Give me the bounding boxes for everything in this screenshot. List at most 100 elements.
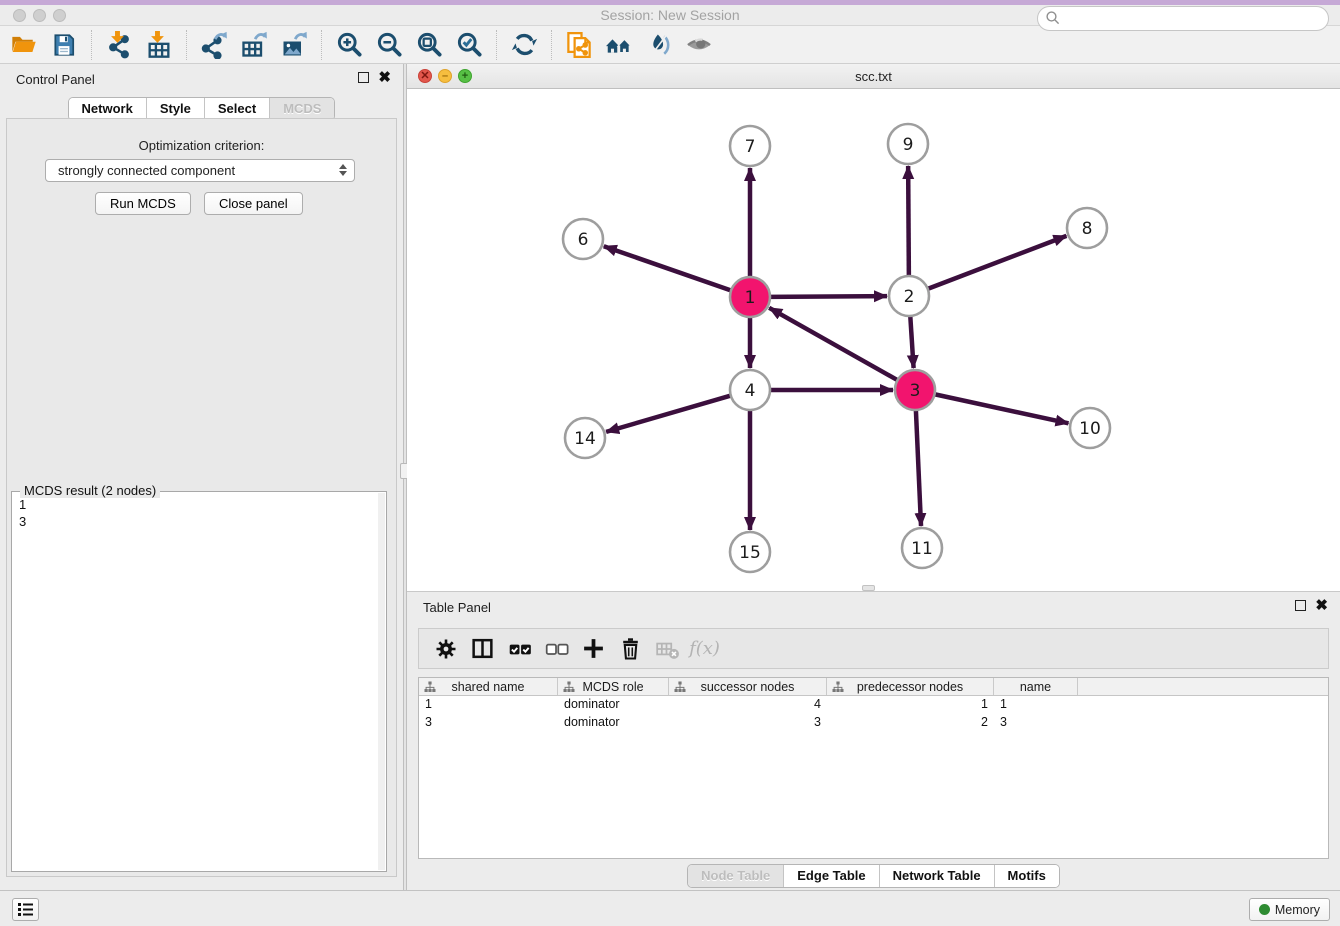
graph-edge-1-2[interactable]	[770, 296, 887, 297]
graph-edge-3-11[interactable]	[916, 410, 921, 526]
column-header-MCDS-role[interactable]: MCDS role	[558, 678, 669, 695]
zoom-fit-icon[interactable]	[409, 28, 449, 62]
graph-edge-3-10[interactable]	[935, 394, 1069, 423]
home-icon[interactable]	[599, 28, 639, 62]
tab-motifs[interactable]: Motifs	[994, 865, 1059, 887]
column-header-name[interactable]: name	[994, 678, 1078, 695]
graph-edge-2-3[interactable]	[910, 316, 913, 368]
tab-node-table[interactable]: Node Table	[688, 865, 783, 887]
graph-edge-2-8[interactable]	[928, 236, 1067, 289]
add-column-icon[interactable]	[575, 632, 612, 666]
graph-node-8[interactable]: 8	[1067, 208, 1107, 248]
dropdown-chevrons-icon	[339, 164, 347, 176]
gear-icon[interactable]	[427, 632, 464, 666]
function-builder-icon: f(x)	[686, 632, 723, 666]
memory-button[interactable]: Memory	[1249, 898, 1330, 921]
export-table-icon[interactable]	[234, 28, 274, 62]
close-table-panel-icon[interactable]: ✖	[1315, 600, 1328, 611]
criterion-dropdown[interactable]: strongly connected component	[45, 159, 355, 182]
graph-node-7[interactable]: 7	[730, 126, 770, 166]
float-table-panel-icon[interactable]	[1295, 600, 1306, 611]
table-tabs: Node TableEdge TableNetwork TableMotifs	[687, 864, 1060, 888]
graph-node-6[interactable]: 6	[563, 219, 603, 259]
table-header-row: shared nameMCDS rolesuccessor nodesprede…	[419, 678, 1328, 696]
refresh-icon[interactable]	[504, 28, 544, 62]
main-toolbar	[0, 26, 1340, 64]
clone-network-icon[interactable]	[559, 28, 599, 62]
tab-mcds[interactable]: MCDS	[269, 98, 334, 120]
run-mcds-button[interactable]: Run MCDS	[95, 192, 191, 215]
close-panel-icon[interactable]: ✖	[378, 72, 391, 83]
svg-text:1: 1	[745, 288, 756, 308]
float-panel-icon[interactable]	[358, 72, 369, 83]
table-cell[interactable]: 3	[669, 714, 827, 732]
graph-node-14[interactable]: 14	[565, 418, 605, 458]
delete-table-icon	[649, 632, 686, 666]
delete-rows-icon[interactable]	[612, 632, 649, 666]
svg-text:4: 4	[745, 381, 756, 401]
table-cell[interactable]: 2	[827, 714, 994, 732]
table-cell[interactable]: 1	[827, 696, 994, 714]
table-row[interactable]: 1dominator411	[419, 696, 1328, 714]
graph-edge-1-6[interactable]	[604, 246, 731, 290]
open-session-icon[interactable]	[4, 28, 44, 62]
control-panel-title: Control Panel	[16, 72, 95, 87]
graph-edge-2-9[interactable]	[908, 166, 909, 276]
search-icon	[1045, 10, 1061, 29]
tab-style[interactable]: Style	[146, 98, 204, 120]
search-input[interactable]	[1037, 6, 1329, 31]
graph-edge-4-14[interactable]	[606, 396, 731, 432]
graph-node-3[interactable]: 3	[895, 370, 935, 410]
table-cell[interactable]: 1	[994, 696, 1078, 714]
column-visibility-icon[interactable]	[464, 632, 501, 666]
column-header-successor-nodes[interactable]: successor nodes	[669, 678, 827, 695]
graph-edge-3-1[interactable]	[769, 308, 897, 380]
save-session-icon[interactable]	[44, 28, 84, 62]
tab-edge-table[interactable]: Edge Table	[783, 865, 878, 887]
table-cell[interactable]: 4	[669, 696, 827, 714]
zoom-selected-icon[interactable]	[449, 28, 489, 62]
table-panel-title: Table Panel	[423, 600, 491, 615]
graph-node-2[interactable]: 2	[889, 276, 929, 316]
network-canvas[interactable]: 7 9 6 8 1 2 4 3 14 10 15 11	[407, 89, 1340, 591]
export-image-icon[interactable]	[274, 28, 314, 62]
tab-network[interactable]: Network	[69, 98, 146, 120]
deselect-all-icon[interactable]	[538, 632, 575, 666]
mcds-result-item[interactable]: 3	[12, 513, 378, 530]
mcds-result-item[interactable]: 1	[12, 496, 378, 513]
graph-node-15[interactable]: 15	[730, 532, 770, 572]
column-header-shared-name[interactable]: shared name	[419, 678, 558, 695]
mcds-result-scrollbar[interactable]	[378, 493, 385, 870]
select-all-icon[interactable]	[501, 632, 538, 666]
tab-select[interactable]: Select	[204, 98, 269, 120]
zoom-in-icon[interactable]	[329, 28, 369, 62]
import-network-icon[interactable]	[99, 28, 139, 62]
import-table-icon[interactable]	[139, 28, 179, 62]
table-body: 1dominator4113dominator323	[419, 696, 1328, 732]
style-details-icon[interactable]	[639, 28, 679, 62]
table-cell[interactable]: 1	[419, 696, 558, 714]
task-history-button[interactable]	[12, 898, 39, 921]
table-cell[interactable]: dominator	[558, 714, 669, 732]
node-table: shared nameMCDS rolesuccessor nodesprede…	[418, 677, 1329, 859]
mcds-result-list[interactable]: 13	[12, 496, 378, 870]
column-header-predecessor-nodes[interactable]: predecessor nodes	[827, 678, 994, 695]
close-panel-button[interactable]: Close panel	[204, 192, 303, 215]
mcds-result-box: MCDS result (2 nodes) 13	[11, 491, 387, 872]
graph-node-1[interactable]: 1	[730, 277, 770, 317]
table-cell[interactable]: 3	[994, 714, 1078, 732]
network-window-titlebar[interactable]: ✕ – + scc.txt	[407, 64, 1340, 89]
export-network-icon[interactable]	[194, 28, 234, 62]
graph-node-10[interactable]: 10	[1070, 408, 1110, 448]
graph-node-9[interactable]: 9	[888, 124, 928, 164]
graph-node-4[interactable]: 4	[730, 370, 770, 410]
table-cell[interactable]: dominator	[558, 696, 669, 714]
table-row[interactable]: 3dominator323	[419, 714, 1328, 732]
table-cell[interactable]: 3	[419, 714, 558, 732]
graph-node-11[interactable]: 11	[902, 528, 942, 568]
zoom-out-icon[interactable]	[369, 28, 409, 62]
show-graphics-icon[interactable]	[679, 28, 719, 62]
svg-text:3: 3	[910, 381, 921, 401]
svg-text:6: 6	[578, 230, 589, 250]
tab-network-table[interactable]: Network Table	[879, 865, 994, 887]
